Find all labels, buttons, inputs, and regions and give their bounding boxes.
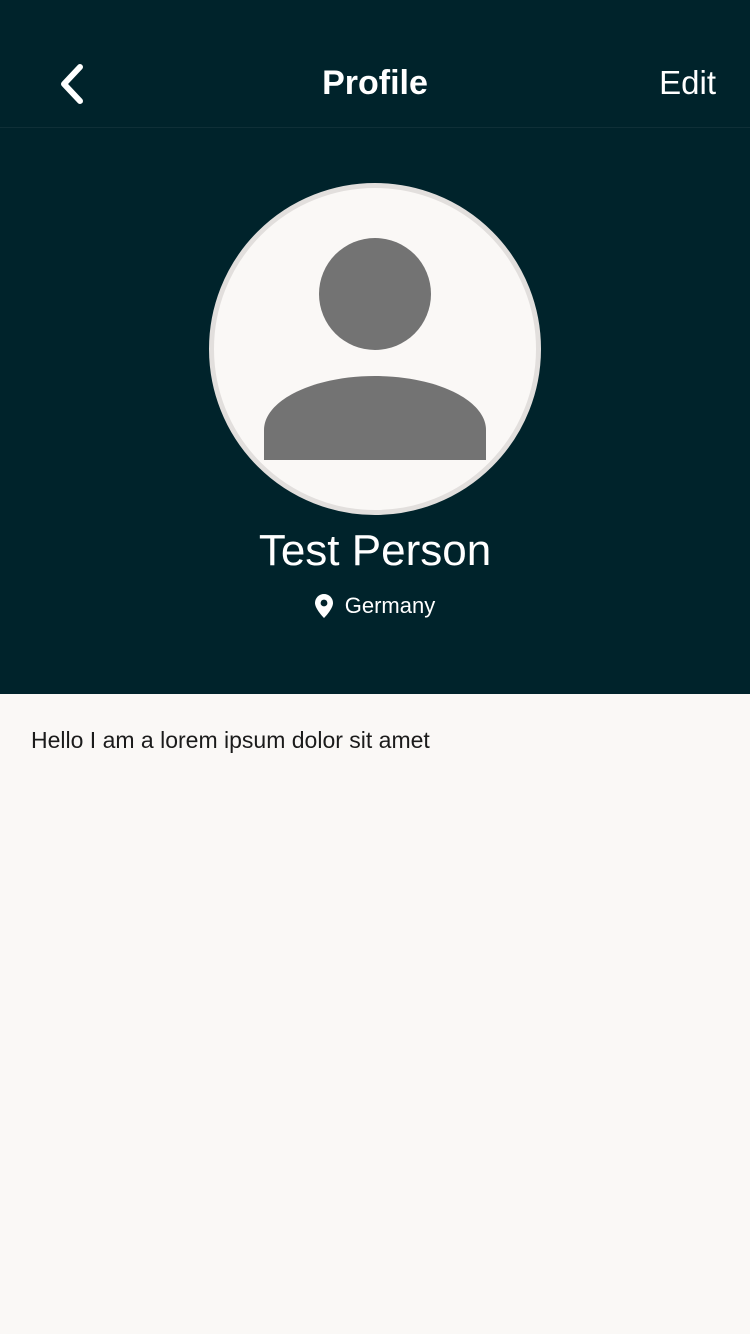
person-placeholder-icon <box>264 238 486 460</box>
edit-button[interactable]: Edit <box>659 62 716 104</box>
avatar[interactable] <box>209 183 541 515</box>
profile-name: Test Person <box>258 526 492 575</box>
profile-header: Test Person Germany <box>0 128 750 694</box>
navigation-bar: Profile Edit <box>0 0 750 128</box>
bio-text: Hello I am a lorem ipsum dolor sit amet <box>31 727 430 753</box>
location-pin-icon <box>314 594 333 618</box>
page-title: Profile <box>322 64 428 102</box>
location-label: Germany <box>344 593 436 618</box>
location: Germany <box>0 591 750 621</box>
